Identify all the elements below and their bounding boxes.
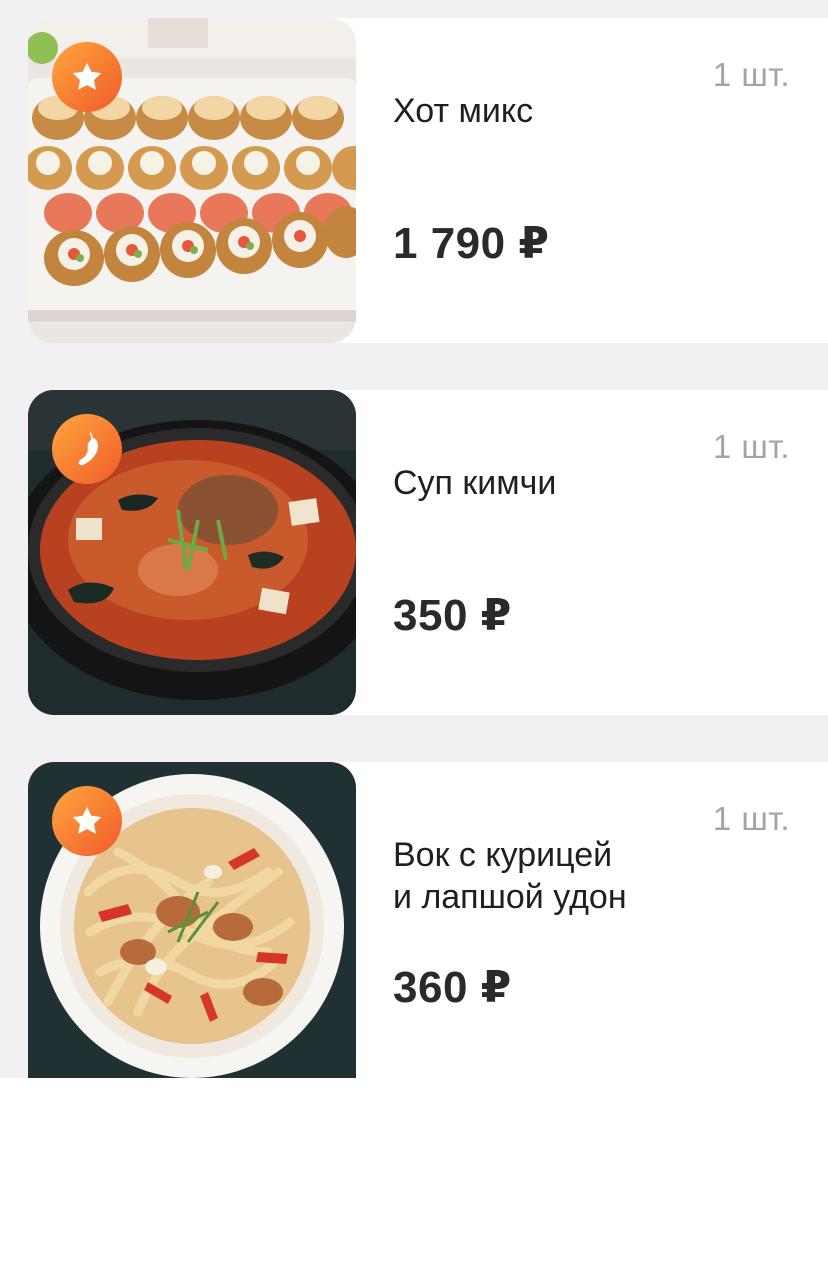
item-name-line: Вок с курицей (393, 836, 613, 874)
item-quantity: 1 шт. (712, 800, 790, 837)
product-photo-hot-mix[interactable] (28, 18, 356, 343)
chili-pepper-icon (78, 431, 99, 466)
product-photo-wok-udon[interactable] (28, 762, 356, 1078)
item-name[interactable]: Вок с курицей и лапшой удон (393, 834, 773, 918)
cart-items-list: 1 шт. Хот микс 1 790 ₽ 1 шт. Суп кимчи 3… (0, 0, 828, 1078)
cart-item-card[interactable]: 1 шт. Вок с курицей и лапшой удон 360 ₽ (28, 762, 828, 1078)
product-photo-kimchi-soup[interactable] (28, 390, 356, 715)
item-name[interactable]: Суп кимчи (393, 462, 773, 504)
item-name[interactable]: Хот микс (393, 90, 773, 132)
cart-item-card[interactable]: 1 шт. Суп кимчи 350 ₽ (28, 390, 828, 715)
item-quantity: 1 шт. (712, 428, 790, 465)
star-icon (72, 62, 102, 90)
item-price: 1 790 ₽ (393, 219, 550, 268)
item-price: 360 ₽ (393, 963, 512, 1012)
item-price: 350 ₽ (393, 591, 512, 640)
cart-item-card[interactable]: 1 шт. Хот микс 1 790 ₽ (28, 18, 828, 343)
badge-star (52, 786, 122, 856)
badge-star (52, 42, 122, 112)
item-quantity: 1 шт. (712, 56, 790, 93)
star-icon (72, 806, 102, 834)
item-name-line: и лапшой удон (393, 878, 627, 916)
badge-spicy (52, 414, 122, 484)
